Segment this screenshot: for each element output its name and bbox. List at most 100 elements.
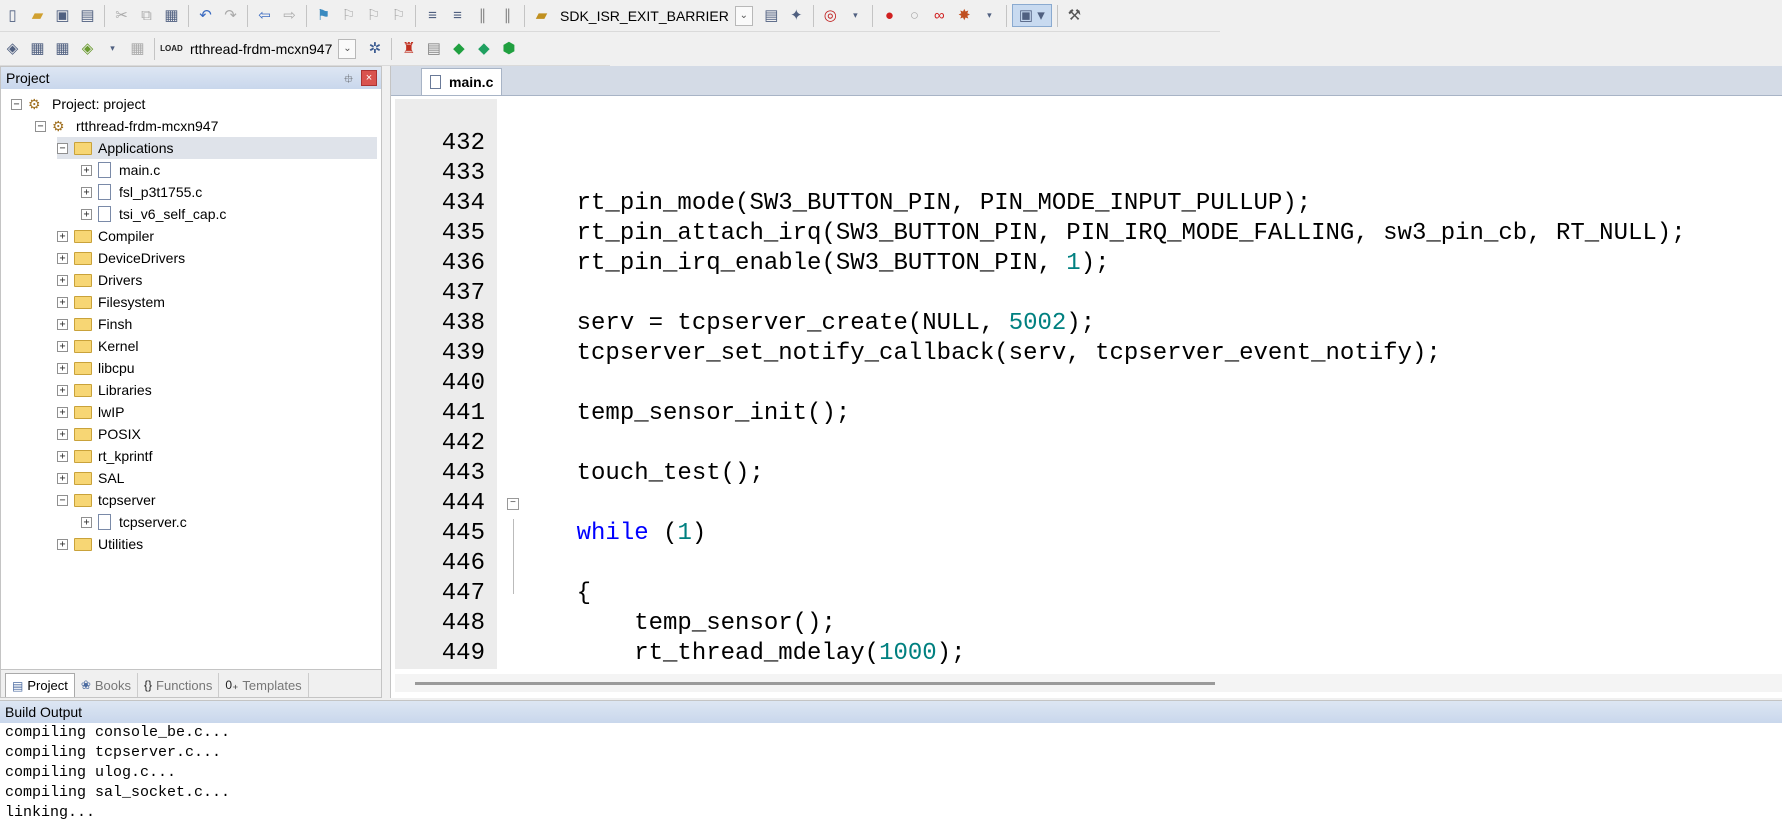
chevron-down-icon[interactable]: ▾ bbox=[101, 37, 124, 60]
find-icon[interactable]: ▤ bbox=[760, 4, 783, 27]
build-output-log[interactable]: compiling console_be.c... compiling tcps… bbox=[0, 723, 1782, 822]
stop-build-icon[interactable]: ▦ bbox=[126, 37, 149, 60]
tab-main-c[interactable]: main.c bbox=[421, 68, 503, 95]
tree-group-applications[interactable]: − Applications bbox=[57, 137, 377, 159]
save-all-icon[interactable]: ▤ bbox=[76, 4, 99, 27]
expand-icon[interactable]: + bbox=[57, 296, 68, 308]
tree-group-libcpu[interactable]: + libcpu bbox=[57, 357, 135, 379]
tree-group-drivers[interactable]: + Drivers bbox=[57, 269, 142, 291]
code-line[interactable]: 436 bbox=[395, 219, 1782, 277]
target-combo[interactable]: SDK_ISR_EXIT_BARRIER ⌄ bbox=[560, 4, 753, 28]
batch-build-icon[interactable]: ◈ bbox=[76, 37, 99, 60]
pack-installer-icon[interactable]: ◆ bbox=[472, 37, 495, 60]
tree-target[interactable]: − ⚙ rtthread-frdm-mcxn947 bbox=[35, 115, 218, 137]
prev-bookmark-icon[interactable]: ⚐ bbox=[337, 4, 360, 27]
collapse-icon[interactable]: − bbox=[35, 120, 46, 132]
indent-icon[interactable]: ≡ bbox=[421, 4, 444, 27]
tree-group-libraries[interactable]: + Libraries bbox=[57, 379, 152, 401]
collapse-icon[interactable]: − bbox=[57, 494, 68, 506]
unindent-icon[interactable]: ≡ bbox=[446, 4, 469, 27]
open-file-icon[interactable]: ▰ bbox=[26, 4, 49, 27]
tab-functions[interactable]: {} Functions bbox=[138, 673, 220, 697]
code-line[interactable]: 433 rt_pin_mode(SW3_BUTTON_PIN, PIN_MODE… bbox=[395, 129, 1782, 217]
code-line[interactable]: 441 bbox=[395, 369, 1782, 427]
collapse-icon[interactable]: − bbox=[11, 98, 22, 110]
tree-root[interactable]: − ⚙ Project: project bbox=[11, 93, 145, 115]
rebuild-icon[interactable]: ▦ bbox=[51, 37, 74, 60]
code-line[interactable]: 432 bbox=[395, 99, 1782, 157]
code-line[interactable]: 447 rt_thread_mdelay(1000); bbox=[395, 549, 1782, 667]
next-bookmark-icon[interactable]: ⚐ bbox=[362, 4, 385, 27]
rte-icon[interactable]: ⬢ bbox=[497, 37, 520, 60]
expand-icon[interactable]: + bbox=[81, 516, 92, 528]
tree-group-posix[interactable]: + POSIX bbox=[57, 423, 141, 445]
debug-start-icon[interactable]: ◎ bbox=[819, 4, 842, 27]
tree-group-filesystem[interactable]: + Filesystem bbox=[57, 291, 165, 313]
tab-project[interactable]: ▤ Project bbox=[5, 673, 75, 697]
manage-project-items-icon[interactable]: ♜ bbox=[397, 37, 420, 60]
scrollbar-thumb[interactable] bbox=[415, 682, 1215, 685]
uncomment-icon[interactable]: ∥ bbox=[496, 4, 519, 27]
manage-rte-icon[interactable]: ◆ bbox=[447, 37, 470, 60]
code-line[interactable]: 438 tcpserver_set_notify_callback(serv, … bbox=[395, 279, 1782, 367]
code-area[interactable]: 432 433 rt_pin_mode(SW3_BUTTON_PIN, PIN_… bbox=[395, 99, 1782, 669]
expand-icon[interactable]: + bbox=[57, 318, 68, 330]
code-line[interactable]: 446 temp_sensor(); bbox=[395, 519, 1782, 637]
expand-icon[interactable]: + bbox=[57, 340, 68, 352]
chevron-down-icon[interactable]: ⌄ bbox=[734, 5, 753, 26]
tab-templates[interactable]: 0₊ Templates bbox=[219, 673, 309, 697]
tree-file[interactable]: + main.c bbox=[81, 159, 160, 181]
tab-books[interactable]: ❀ Books bbox=[75, 673, 139, 697]
code-line[interactable]: 439 bbox=[395, 309, 1782, 367]
copy-icon[interactable]: ⧉ bbox=[135, 4, 158, 27]
tree-group-sal[interactable]: + SAL bbox=[57, 467, 124, 489]
expand-icon[interactable]: + bbox=[57, 450, 68, 462]
clear-bookmarks-icon[interactable]: ⚐ bbox=[387, 4, 410, 27]
tree-group-utilities[interactable]: + Utilities bbox=[57, 533, 143, 555]
disable-all-breakpoints-icon[interactable]: ∞ bbox=[928, 4, 951, 27]
chevron-down-icon[interactable]: ▾ bbox=[844, 4, 867, 27]
expand-icon[interactable]: + bbox=[57, 406, 68, 418]
window-layout-icon[interactable]: ▣ ▾ bbox=[1011, 4, 1052, 27]
horizontal-scrollbar[interactable] bbox=[395, 674, 1782, 692]
expand-icon[interactable]: + bbox=[57, 362, 68, 374]
kill-breakpoints-icon[interactable]: ✸ bbox=[953, 4, 976, 27]
code-line[interactable]: 437 serv = tcpserver_create(NULL, 5002); bbox=[395, 249, 1782, 337]
options-for-target-icon[interactable]: ✲ bbox=[363, 37, 386, 60]
tree-file[interactable]: + fsl_p3t1755.c bbox=[81, 181, 202, 203]
select-packs-icon[interactable]: ▤ bbox=[422, 37, 445, 60]
tree-group-devicedrivers[interactable]: + DeviceDrivers bbox=[57, 247, 185, 269]
paste-icon[interactable]: ▦ bbox=[160, 4, 183, 27]
expand-icon[interactable]: + bbox=[57, 472, 68, 484]
incremental-find-icon[interactable]: ✦ bbox=[785, 4, 808, 27]
code-line[interactable]: 443 bbox=[395, 429, 1782, 487]
expand-icon[interactable]: + bbox=[57, 538, 68, 550]
configure-icon[interactable]: ⚒ bbox=[1063, 4, 1086, 27]
tree-group-lwip[interactable]: + lwIP bbox=[57, 401, 124, 423]
undo-icon[interactable]: ↶ bbox=[194, 4, 217, 27]
code-line[interactable]: 444 while (1) bbox=[395, 459, 1782, 547]
collapse-icon[interactable]: − bbox=[57, 142, 68, 154]
chevron-down-icon[interactable]: ▾ bbox=[978, 4, 1001, 27]
chevron-down-icon[interactable]: ⌄ bbox=[338, 38, 357, 59]
expand-icon[interactable]: + bbox=[57, 252, 68, 264]
expand-icon[interactable]: + bbox=[81, 186, 92, 198]
tree-file[interactable]: + tcpserver.c bbox=[81, 511, 187, 533]
cut-icon[interactable]: ✂ bbox=[110, 4, 133, 27]
translate-icon[interactable]: ◈ bbox=[1, 37, 24, 60]
target-select[interactable]: rtthread-frdm-mcxn947 ⌄ bbox=[190, 37, 357, 61]
navigate-forward-icon[interactable]: ⇨ bbox=[278, 4, 301, 27]
tree-file[interactable]: + tsi_v6_self_cap.c bbox=[81, 203, 226, 225]
code-line[interactable]: 448 } bbox=[395, 579, 1782, 637]
code-line[interactable]: 442 touch_test(); bbox=[395, 399, 1782, 487]
code-line[interactable]: 449 } bbox=[395, 609, 1782, 667]
close-icon[interactable]: × bbox=[361, 70, 377, 86]
fold-collapse-icon[interactable]: − bbox=[507, 498, 519, 510]
expand-icon[interactable]: + bbox=[57, 230, 68, 242]
redo-icon[interactable]: ↷ bbox=[219, 4, 242, 27]
tree-group-compiler[interactable]: + Compiler bbox=[57, 225, 154, 247]
disable-breakpoint-icon[interactable]: ○ bbox=[903, 4, 926, 27]
tree-group-finsh[interactable]: + Finsh bbox=[57, 313, 132, 335]
load-icon[interactable]: LOAD bbox=[160, 37, 183, 60]
tree-group-rt-kprintf[interactable]: + rt_kprintf bbox=[57, 445, 152, 467]
